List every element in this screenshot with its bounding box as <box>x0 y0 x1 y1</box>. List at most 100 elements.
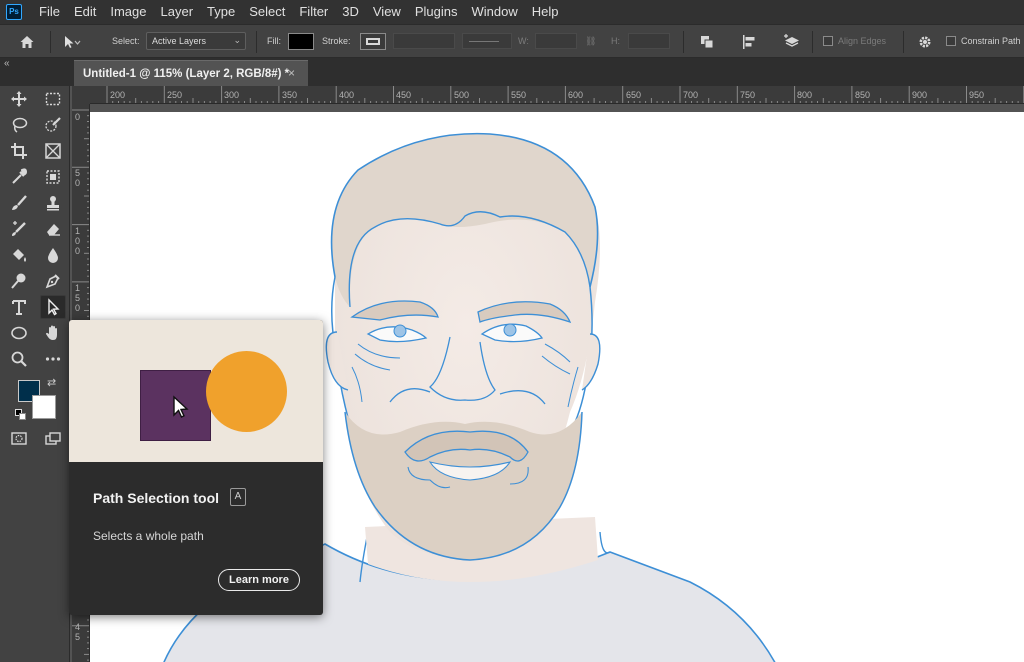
screen-mode-icon <box>45 432 61 445</box>
brush-icon <box>12 195 27 210</box>
ruler-tick-label: 250 <box>167 90 183 100</box>
edit-toolbar-button[interactable] <box>40 347 66 371</box>
menu-edit[interactable]: Edit <box>67 0 103 24</box>
menu-type[interactable]: Type <box>200 0 242 24</box>
blur-tool[interactable] <box>40 243 66 267</box>
quick-mask-icon <box>11 432 27 445</box>
height-field[interactable] <box>628 33 670 49</box>
eraser-tool[interactable] <box>40 217 66 241</box>
type-tool[interactable] <box>6 295 32 319</box>
ruler-tick-label: 0 <box>75 112 81 122</box>
menu-file[interactable]: File <box>32 0 67 24</box>
object-selection-icon <box>46 170 60 184</box>
rectangular-marquee-tool[interactable] <box>40 87 66 111</box>
marquee-icon <box>45 92 61 106</box>
menu-plugins[interactable]: Plugins <box>408 0 465 24</box>
clone-stamp-tool[interactable] <box>40 191 66 215</box>
fill-swatch[interactable] <box>288 33 314 50</box>
zoom-icon <box>11 351 27 367</box>
ruler-tick-label: 450 <box>396 90 412 100</box>
path-operations-icon[interactable] <box>696 32 718 52</box>
select-dropdown[interactable]: Active Layers ⌄ <box>146 32 246 50</box>
lasso-icon <box>12 117 28 133</box>
path-alignment-icon[interactable] <box>738 32 760 52</box>
ruler-tick-label: 650 <box>626 90 642 100</box>
gear-icon[interactable] <box>914 32 936 52</box>
menu-window[interactable]: Window <box>464 0 524 24</box>
separator <box>903 31 904 53</box>
stroke-width-field[interactable] <box>393 33 455 49</box>
select-value: Active Layers <box>152 36 207 46</box>
ruler-tick-label: 700 <box>683 90 699 100</box>
default-colors-icon[interactable] <box>15 409 27 421</box>
healing-brush-tool[interactable] <box>6 217 32 241</box>
type-icon <box>12 300 26 315</box>
link-icon[interactable]: ⛓ <box>585 36 596 47</box>
background-color-swatch[interactable] <box>32 395 56 419</box>
ruler-tick-label: 950 <box>969 90 985 100</box>
ruler-tick-label: 300 <box>224 90 240 100</box>
menu-3d[interactable]: 3D <box>335 0 366 24</box>
ellipse-tool[interactable] <box>6 321 32 345</box>
dodge-icon <box>11 273 26 289</box>
close-icon[interactable]: × <box>288 66 295 80</box>
separator <box>683 31 684 53</box>
width-field[interactable] <box>535 33 577 49</box>
menu-help[interactable]: Help <box>525 0 566 24</box>
eyedropper-tool[interactable] <box>6 165 32 189</box>
ruler-tick-label: 200 <box>110 90 126 100</box>
stroke-type-dropdown[interactable] <box>462 33 512 49</box>
move-tool[interactable] <box>6 87 32 111</box>
paint-bucket-tool[interactable] <box>6 243 32 267</box>
ruler-tick-label: 1 0 0 <box>75 226 81 256</box>
crop-icon <box>11 143 27 159</box>
quick-selection-tool[interactable] <box>40 113 66 137</box>
menu-image[interactable]: Image <box>103 0 153 24</box>
menu-select[interactable]: Select <box>242 0 292 24</box>
brush-tool[interactable] <box>6 191 32 215</box>
tooltip-description: Selects a whole path <box>93 529 204 543</box>
path-selection-icon <box>48 298 60 316</box>
ruler-tick-label: 750 <box>740 90 756 100</box>
path-arrangement-icon[interactable] <box>781 32 803 52</box>
menu-filter[interactable]: Filter <box>292 0 335 24</box>
swap-colors-icon[interactable]: ⇄ <box>47 376 56 389</box>
horizontal-ruler[interactable]: 200 250 300 350 400 450 500 550 600 650 … <box>90 86 1024 104</box>
path-selection-tool[interactable] <box>40 295 66 319</box>
align-edges-checkbox[interactable] <box>823 36 833 46</box>
chevron-down-icon: ⌄ <box>233 35 241 45</box>
home-icon[interactable] <box>16 32 38 52</box>
height-label: H: <box>611 36 620 46</box>
screen-mode-button[interactable] <box>40 427 66 451</box>
collapse-panel-icon[interactable]: « <box>4 58 10 69</box>
pen-tool[interactable] <box>40 269 66 293</box>
blur-icon <box>48 248 58 263</box>
constrain-path-label: Constrain Path <box>961 36 1021 46</box>
ruler-tick-label: 350 <box>282 90 298 100</box>
ruler-tick-label: 5 0 <box>75 168 81 188</box>
ruler-tick-label: 800 <box>797 90 813 100</box>
document-tab[interactable]: Untitled-1 @ 115% (Layer 2, RGB/8#) * × <box>74 60 308 86</box>
quick-mask-button[interactable] <box>6 427 32 451</box>
menu-layer[interactable]: Layer <box>154 0 201 24</box>
ruler-tick-label: 600 <box>568 90 584 100</box>
object-selection-tool[interactable] <box>40 165 66 189</box>
menu-view[interactable]: View <box>366 0 408 24</box>
ruler-origin[interactable] <box>72 86 90 104</box>
lasso-tool[interactable] <box>6 113 32 137</box>
stroke-swatch[interactable] <box>360 33 386 50</box>
dodge-tool[interactable] <box>6 269 32 293</box>
healing-brush-icon <box>12 221 26 236</box>
ruler-tick-label: 500 <box>454 90 470 100</box>
constrain-path-checkbox[interactable] <box>946 36 956 46</box>
zoom-tool[interactable] <box>6 347 32 371</box>
hand-tool[interactable] <box>40 321 66 345</box>
crop-tool[interactable] <box>6 139 32 163</box>
frame-tool[interactable] <box>40 139 66 163</box>
quick-selection-icon <box>45 117 61 132</box>
select-label: Select: <box>112 36 140 46</box>
tool-preset-picker[interactable] <box>60 32 82 52</box>
tooltip-title: Path Selection tool <box>93 490 220 506</box>
separator <box>50 31 51 53</box>
learn-more-button[interactable]: Learn more <box>218 569 300 591</box>
